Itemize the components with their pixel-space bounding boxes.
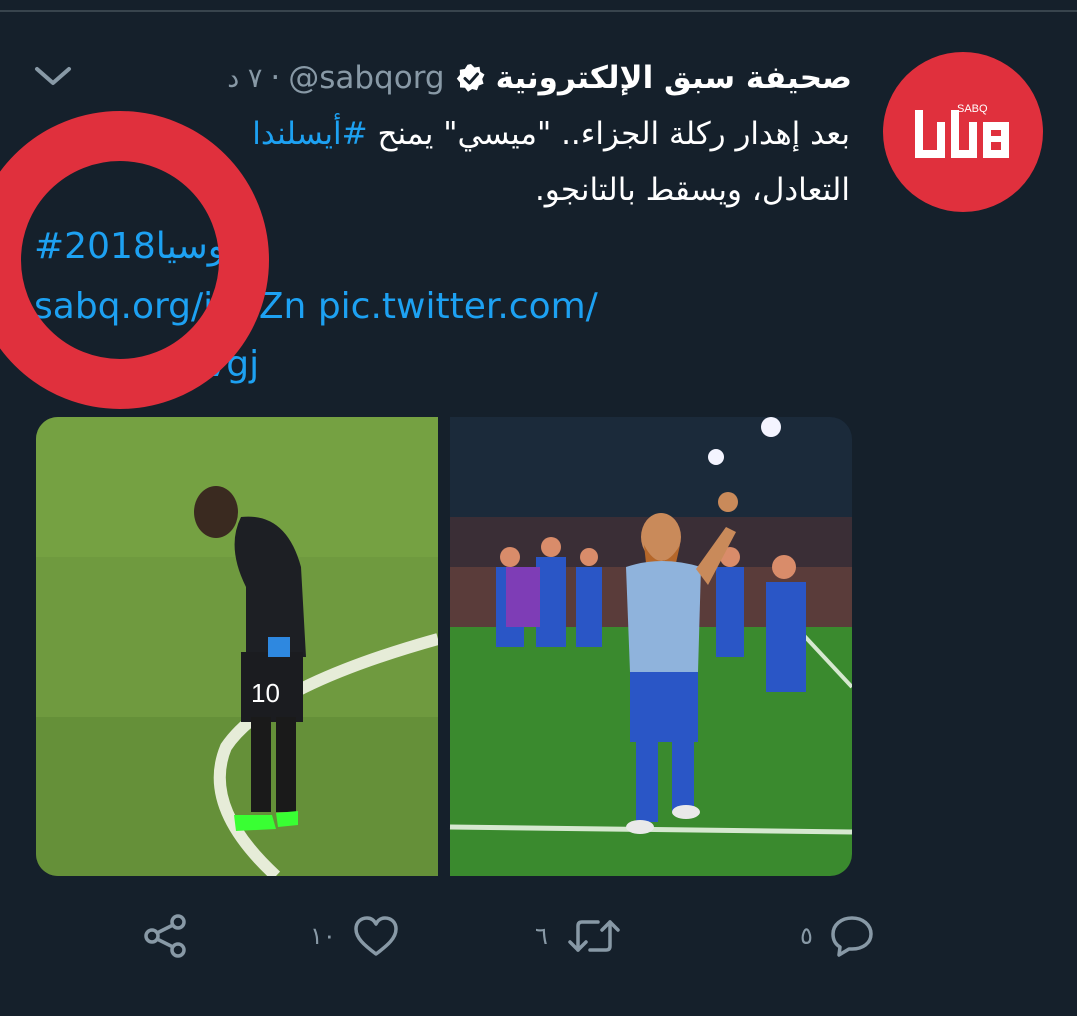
photo-iceland-celebration-icon[interactable] [449, 417, 852, 876]
top-divider [0, 10, 1077, 12]
like-button[interactable]: ١٠ [310, 910, 400, 962]
separator-dot: · [270, 60, 281, 96]
tweet-header: صحيفة سبق الإلكترونية @sabqorg · ٧ د [227, 53, 852, 103]
heart-icon [354, 916, 398, 956]
like-count: ١٠ [310, 922, 336, 950]
share-icon [144, 914, 186, 958]
chevron-down-icon[interactable] [33, 63, 73, 91]
verified-badge-icon [455, 62, 487, 94]
photo-messi-penalty-icon[interactable]: 10 [36, 417, 440, 876]
tweet-media[interactable]: 10 [36, 417, 852, 876]
retweet-count: ٦ [535, 922, 548, 950]
retweet-button[interactable]: ٦ [535, 910, 624, 962]
reply-icon [831, 916, 873, 957]
avatar-logo-text: SABQ [957, 103, 988, 115]
avatar[interactable]: SABQ [883, 52, 1043, 212]
svg-text:10: 10 [251, 678, 280, 708]
tweet-text-segment: بعد إهدار ركلة الجزاء.. "ميسي" يمنح [367, 116, 850, 152]
reply-count: ٥ [800, 922, 813, 950]
user-handle[interactable]: @sabqorg [288, 60, 444, 96]
share-button[interactable] [140, 910, 190, 962]
display-name[interactable]: صحيفة سبق الإلكترونية [496, 60, 852, 96]
timestamp[interactable]: ٧ د [227, 63, 262, 94]
red-circle-annotation [0, 111, 269, 409]
retweet-icon [568, 920, 620, 952]
reply-button[interactable]: ٥ [800, 910, 875, 962]
